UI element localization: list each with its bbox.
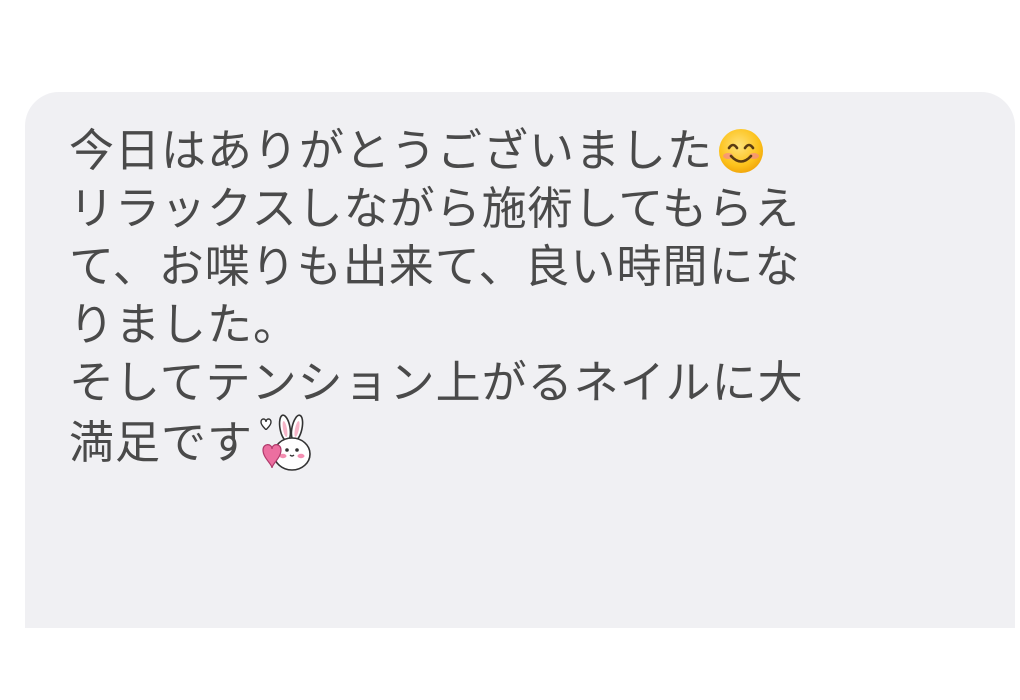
message-line-5: そしてテンション上がるネイルに大: [69, 354, 1015, 412]
message-text-2: リラックスしながら施術してもらえ: [69, 182, 801, 235]
smiling-face-icon: [719, 129, 764, 173]
message-line-4: りました。: [69, 296, 1015, 354]
bunny-heart-sticker-icon: [260, 414, 311, 471]
message-text-1: 今日はありがとうございました: [69, 124, 714, 177]
message-bubble: 今日はありがとうございました リラックスしながら施術してもらえ て、お喋りも出来…: [25, 92, 1015, 628]
message-text-6: 満足です: [69, 416, 254, 469]
chat-screen: 今日はありがとうございました リラックスしながら施術してもらえ て、お喋りも出来…: [0, 0, 1020, 700]
message-line-3: て、お喋りも出来て、良い時間にな: [69, 238, 1015, 296]
message-line-6: 満足です: [69, 412, 1015, 474]
message-text-5: そしてテンション上がるネイルに大: [69, 356, 804, 409]
message-line-2: リラックスしながら施術してもらえ: [69, 180, 1015, 238]
message-line-1: 今日はありがとうございました: [69, 122, 1015, 180]
message-text-4: りました。: [69, 298, 300, 351]
message-text-3: て、お喋りも出来て、良い時間にな: [69, 240, 801, 293]
